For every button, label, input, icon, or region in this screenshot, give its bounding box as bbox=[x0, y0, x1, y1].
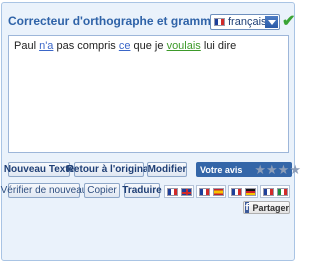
rating-label: Votre avis bbox=[200, 164, 243, 175]
star-icon[interactable]: ★ bbox=[278, 163, 290, 176]
france-flag-icon bbox=[230, 187, 242, 196]
translate-button[interactable]: Traduire bbox=[122, 183, 162, 198]
translate-fr-es-button[interactable] bbox=[196, 185, 226, 198]
rating-stars[interactable]: ★ ★ ★ ★ bbox=[254, 163, 301, 176]
translate-fr-en-button[interactable] bbox=[164, 185, 194, 198]
spain-flag-icon bbox=[212, 187, 224, 196]
new-text-button[interactable]: Nouveau Texte bbox=[4, 162, 74, 177]
text-segment: que je bbox=[130, 40, 167, 52]
star-icon[interactable]: ★ bbox=[266, 163, 278, 176]
rating-widget: Votre avis ★ ★ ★ ★ bbox=[196, 162, 301, 177]
spellchecker-panel: Correcteur d'orthographe et grammaire fr… bbox=[1, 2, 301, 261]
france-flag-icon bbox=[262, 187, 274, 196]
grammar-suggestion-word[interactable]: voulais bbox=[167, 40, 201, 52]
facebook-icon: f bbox=[245, 202, 250, 213]
text-segment: pas compris bbox=[53, 40, 119, 52]
app-title: Correcteur d'orthographe et grammaire bbox=[8, 14, 233, 28]
verify-again-button[interactable]: Vérifier de nouveau bbox=[1, 183, 87, 198]
france-flag-icon bbox=[198, 187, 210, 196]
copy-button[interactable]: Copier bbox=[84, 183, 120, 198]
translate-fr-de-button[interactable] bbox=[228, 185, 258, 198]
star-icon[interactable]: ★ bbox=[289, 163, 301, 176]
text-editor[interactable]: Paul n'a pas compris ce que je voulais l… bbox=[8, 35, 289, 153]
share-label: Partager bbox=[252, 202, 289, 213]
error-word[interactable]: n'a bbox=[39, 40, 53, 52]
modify-button[interactable]: Modifier bbox=[147, 162, 187, 177]
editor-text: Paul n'a pas compris ce que je voulais l… bbox=[14, 40, 236, 52]
france-flag-icon bbox=[166, 187, 178, 196]
revert-original-button[interactable]: Retour à l'original bbox=[67, 162, 151, 177]
error-word[interactable]: ce bbox=[119, 40, 131, 52]
language-select[interactable]: français bbox=[210, 14, 280, 30]
italy-flag-icon bbox=[276, 187, 288, 196]
language-select-value: français bbox=[228, 16, 267, 28]
uk-flag-icon bbox=[180, 187, 192, 196]
translate-fr-it-button[interactable] bbox=[260, 185, 290, 198]
text-segment: lui dire bbox=[200, 40, 237, 52]
france-flag-icon bbox=[214, 18, 225, 26]
check-icon: ✔ bbox=[282, 13, 296, 30]
star-icon[interactable]: ★ bbox=[254, 163, 266, 176]
germany-flag-icon bbox=[244, 187, 256, 196]
text-segment: Paul bbox=[14, 40, 40, 52]
chevron-down-icon bbox=[265, 16, 278, 28]
share-button[interactable]: f Partager bbox=[243, 201, 290, 214]
